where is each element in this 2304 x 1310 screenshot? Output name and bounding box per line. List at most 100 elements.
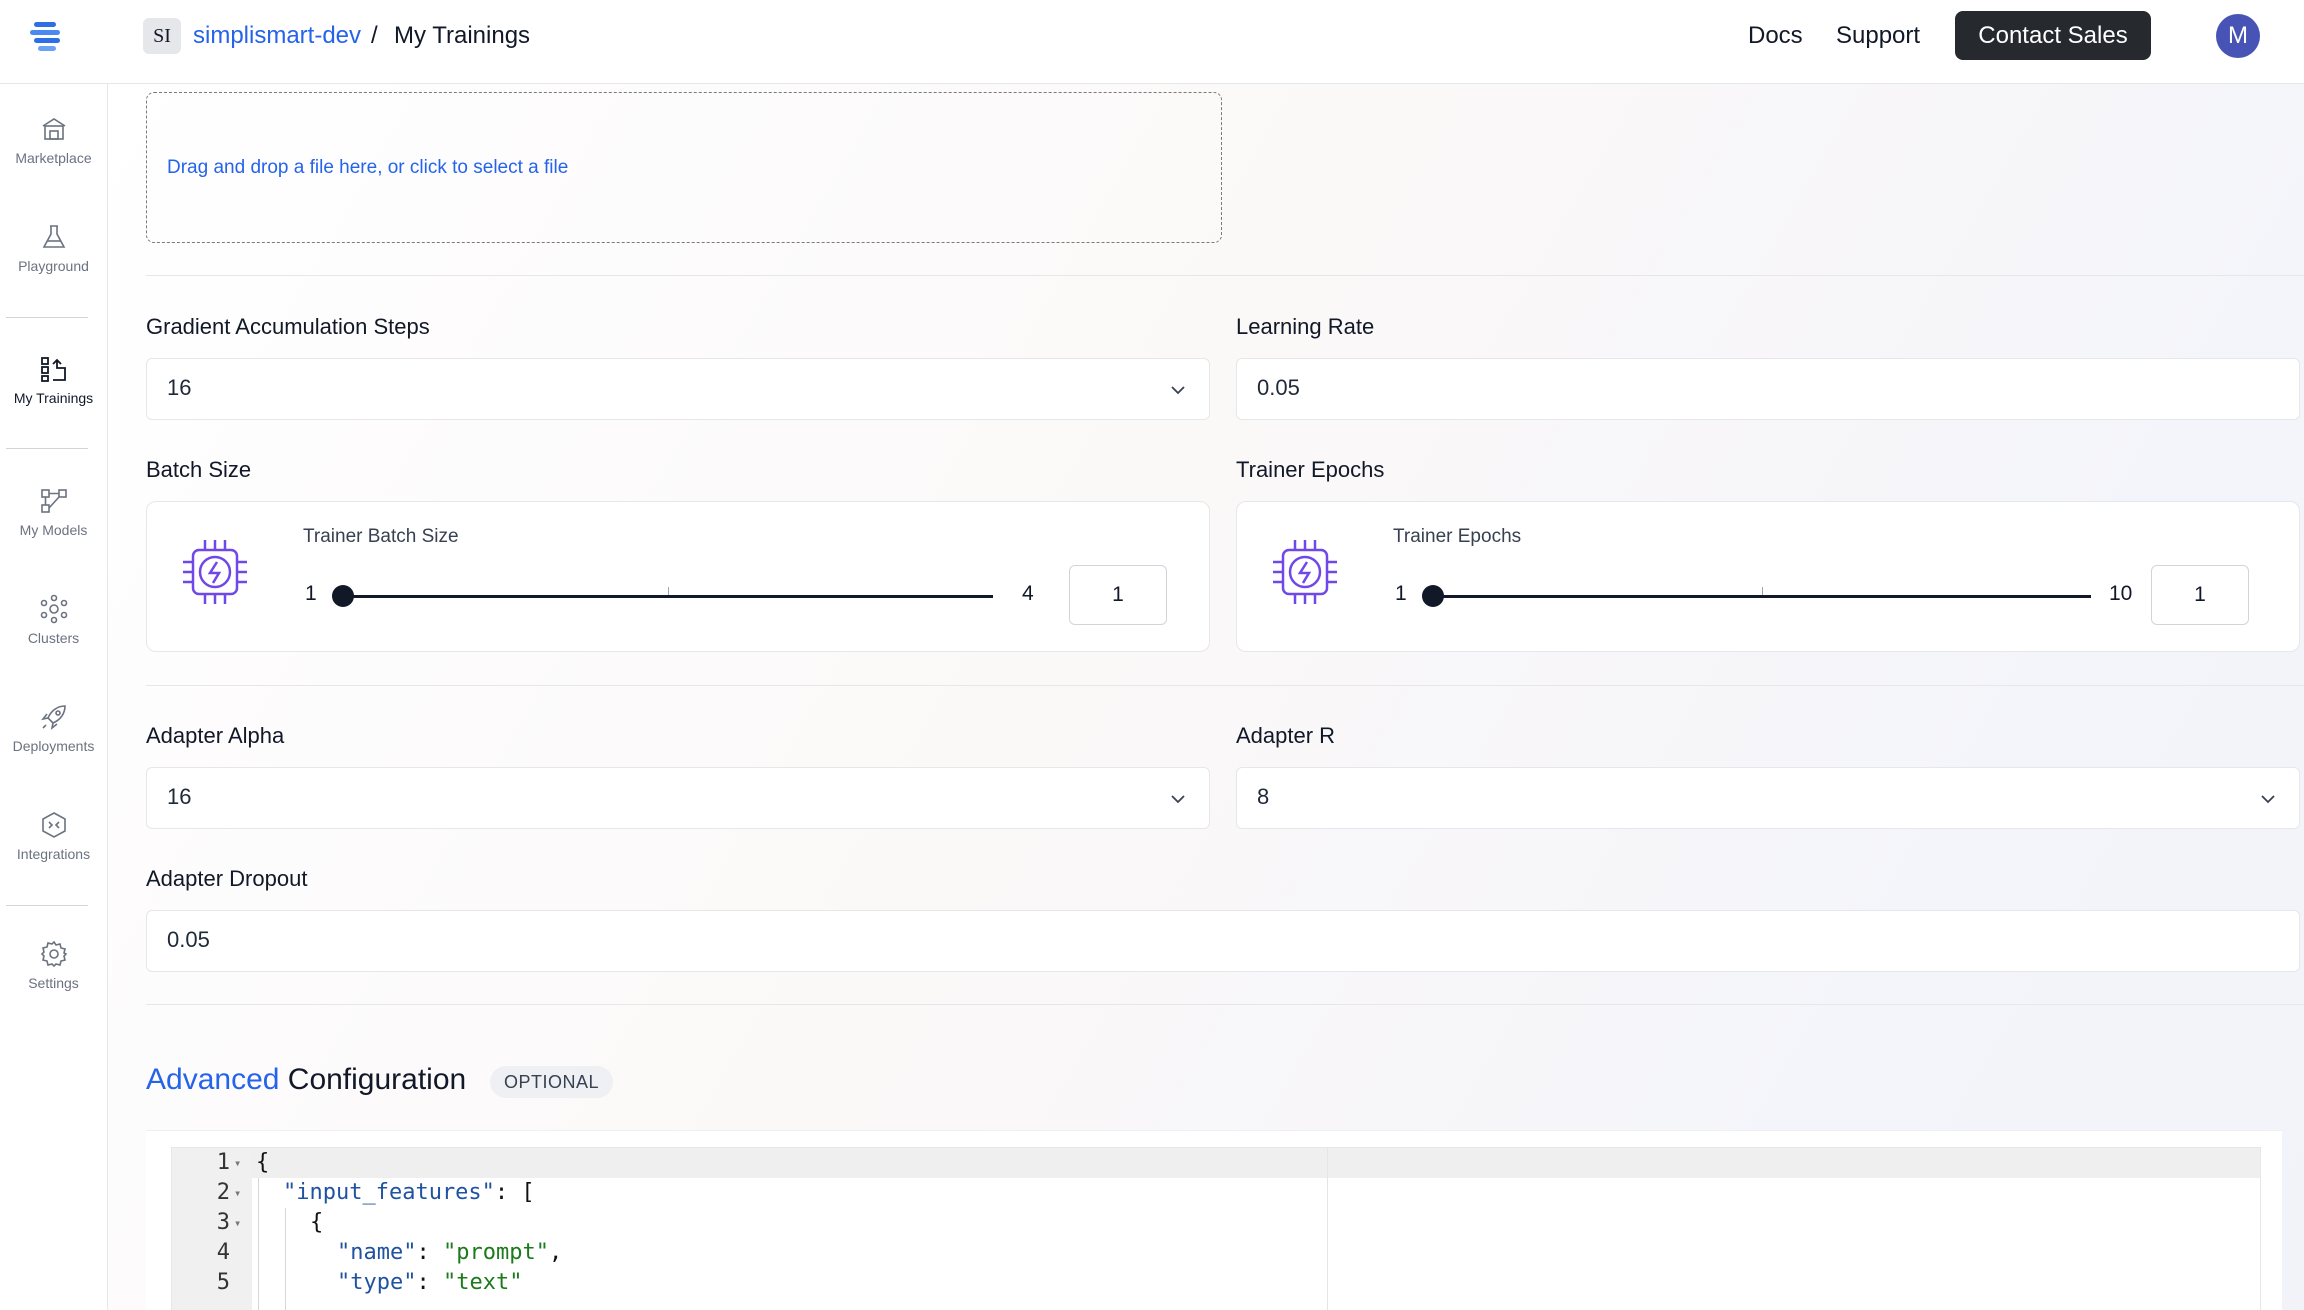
trainer-epochs-slider-track[interactable] (1433, 595, 2091, 598)
slider-tick (668, 587, 669, 595)
adapter-alpha-select[interactable]: 16 (146, 767, 1210, 829)
gear-icon (40, 940, 67, 968)
sidebar-item-clusters[interactable]: Clusters (0, 594, 107, 646)
marketplace-icon (42, 118, 65, 140)
support-link[interactable]: Support (1836, 20, 1920, 52)
file-dropzone[interactable]: Drag and drop a file here, or click to s… (146, 92, 1222, 243)
line-number: 4 (216, 1240, 230, 1265)
sidebar-item-marketplace[interactable]: Marketplace (0, 114, 107, 166)
batch-size-max: 4 (1022, 582, 1034, 605)
trainer-epochs-min: 1 (1395, 582, 1407, 605)
line-number: 3 (216, 1210, 230, 1235)
optional-badge: OPTIONAL (490, 1066, 614, 1098)
trainer-epochs-slider-thumb[interactable] (1422, 585, 1444, 607)
sidebar-item-label: Playground (18, 258, 89, 274)
batch-size-slider-title: Trainer Batch Size (303, 526, 459, 547)
code-line: 1 ▾ { (172, 1148, 2172, 1178)
section-divider (146, 1004, 2304, 1005)
workspace-badge: SI (143, 18, 181, 54)
json-code-editor[interactable]: 1 ▾ { 2 ▾ "input_features": [ 3 ▾ { 4 "n… (171, 1147, 2261, 1310)
section-divider (146, 275, 2304, 276)
code-text: "name": "prompt", (337, 1238, 562, 1268)
models-icon (40, 489, 67, 513)
gradient-accumulation-value: 16 (167, 375, 192, 400)
code-line: 3 ▾ { (172, 1208, 2172, 1238)
batch-size-number-input[interactable]: 1 (1069, 565, 1167, 625)
sidebar-item-label: Clusters (27, 630, 80, 646)
sidebar: Marketplace Playground My Trainings My M… (0, 84, 108, 1310)
flask-icon (42, 225, 65, 248)
fold-arrow-icon[interactable]: ▾ (234, 1208, 241, 1238)
batch-size-min: 1 (305, 582, 317, 605)
code-line: 4 "name": "prompt", (172, 1238, 2172, 1268)
adapter-dropout-value: 0.05 (167, 927, 210, 952)
batch-size-slider-thumb[interactable] (332, 585, 354, 607)
json-value: "prompt" (442, 1240, 549, 1265)
fold-arrow-icon[interactable]: ▾ (234, 1178, 241, 1208)
adapter-r-select[interactable]: 8 (1236, 767, 2300, 829)
learning-rate-label: Learning Rate (1236, 314, 1375, 339)
sidebar-item-label: Marketplace (15, 150, 92, 166)
slider-tick (1762, 587, 1763, 595)
advanced-config-panel: 1 ▾ { 2 ▾ "input_features": [ 3 ▾ { 4 "n… (146, 1130, 2282, 1310)
learning-rate-value: 0.05 (1257, 375, 1300, 400)
sidebar-divider (6, 317, 88, 318)
integrations-icon (41, 812, 66, 838)
section-divider (146, 685, 2304, 686)
docs-link[interactable]: Docs (1748, 20, 1803, 52)
sidebar-divider (6, 905, 88, 906)
avatar[interactable]: M (2216, 14, 2260, 58)
sidebar-item-label: Settings (28, 975, 79, 991)
batch-size-slider-track[interactable] (343, 595, 993, 598)
adapter-dropout-label: Adapter Dropout (146, 866, 308, 891)
clusters-icon (40, 594, 67, 624)
code-text: "input_features": [ (283, 1178, 535, 1208)
line-number: 2 (216, 1180, 230, 1205)
line-number: 5 (216, 1270, 230, 1295)
json-key: "type" (337, 1270, 417, 1295)
chevron-down-icon (1171, 795, 1185, 804)
adapter-r-label: Adapter R (1236, 723, 1336, 748)
code-text: "type": "text" (337, 1268, 522, 1298)
learning-rate-input[interactable]: 0.05 (1236, 358, 2300, 420)
batch-size-label: Batch Size (146, 457, 252, 482)
code-text: { (310, 1210, 324, 1235)
breadcrumb-workspace-link[interactable]: simplismart-dev (193, 20, 361, 52)
sidebar-divider (6, 448, 88, 449)
json-punct: : [ (494, 1180, 535, 1205)
gradient-accumulation-select[interactable]: 16 (146, 358, 1210, 420)
chip-icon (1273, 540, 1337, 604)
advanced-configuration-title: Advanced Configuration (146, 1063, 466, 1097)
code-line: 5 "type": "text" (172, 1268, 2172, 1298)
breadcrumb-separator: / (371, 22, 378, 49)
sidebar-item-label: Deployments (12, 738, 95, 754)
advanced-title-rest: Configuration (279, 1063, 467, 1096)
main-content: Drag and drop a file here, or click to s… (108, 84, 2304, 1310)
json-punct: , (548, 1240, 563, 1265)
adapter-dropout-input[interactable]: 0.05 (146, 910, 2300, 972)
fold-arrow-icon[interactable]: ▾ (234, 1148, 241, 1178)
simplismart-logo-icon[interactable] (26, 16, 66, 56)
code-text: { (256, 1150, 270, 1175)
sidebar-item-playground[interactable]: Playground (0, 222, 107, 274)
json-value: "text" (442, 1270, 523, 1295)
adapter-alpha-label: Adapter Alpha (146, 723, 285, 748)
sidebar-item-deployments[interactable]: Deployments (0, 702, 107, 754)
sidebar-item-integrations[interactable]: Integrations (0, 810, 107, 862)
sidebar-item-my-trainings[interactable]: My Trainings (0, 354, 107, 406)
line-number: 1 (216, 1150, 230, 1175)
trainer-epochs-number-input[interactable]: 1 (2151, 565, 2249, 625)
sidebar-item-label: My Trainings (13, 390, 94, 406)
chip-icon (183, 540, 247, 604)
sidebar-item-settings[interactable]: Settings (0, 939, 107, 991)
dropzone-text[interactable]: Drag and drop a file here, or click to s… (167, 157, 568, 179)
sidebar-item-my-models[interactable]: My Models (0, 486, 107, 538)
code-line: 2 ▾ "input_features": [ (172, 1178, 2172, 1208)
trainer-epochs-slider-title: Trainer Epochs (1393, 526, 1522, 547)
trainer-epochs-card: Trainer Epochs 1 10 1 (1236, 501, 2300, 652)
contact-sales-button[interactable]: Contact Sales (1955, 11, 2151, 60)
adapter-alpha-value: 16 (167, 784, 192, 809)
json-punct: : (416, 1240, 443, 1265)
advanced-title-highlight: Advanced (146, 1063, 280, 1096)
adapter-r-value: 8 (1257, 784, 1270, 809)
